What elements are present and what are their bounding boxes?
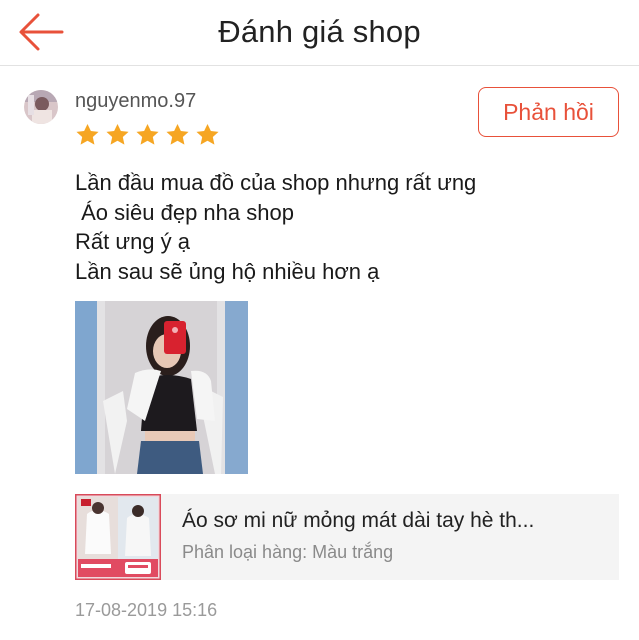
reviewer-username[interactable]: nguyenmo.97 — [75, 90, 196, 113]
star-icon — [106, 123, 129, 145]
avatar[interactable] — [24, 90, 58, 124]
star-icon — [136, 123, 159, 145]
comment-line: Lần đầu mua đồ của shop nhưng rất ưng — [75, 170, 477, 195]
review-timestamp: 17-08-2019 15:16 — [75, 600, 218, 620]
star-icon — [166, 123, 189, 145]
star-icon — [196, 123, 219, 145]
product-card[interactable]: Áo sơ mi nữ mỏng mát dài tay hè th... Ph… — [75, 494, 619, 580]
product-thumbnail — [75, 494, 161, 580]
comment-line: Lần sau sẽ ủng hộ nhiều hơn ạ — [75, 258, 380, 284]
comment-line: Áo siêu đẹp nha shop — [75, 199, 294, 225]
comment-line: Rất ưng ý ạ — [75, 229, 191, 254]
star-icon — [76, 123, 99, 145]
reply-button[interactable]: Phản hồi — [478, 87, 619, 137]
review-comment: Lần đầu mua đồ của shop nhưng rất ưng Áo… — [75, 168, 476, 286]
review-card: nguyenmo.97 Phản hồi Lần đầu mua đồ của … — [0, 67, 639, 640]
product-name: Áo sơ mi nữ mỏng mát dài tay hè th... — [182, 509, 535, 532]
star-rating — [74, 122, 221, 148]
product-variant: Phân loại hàng: Màu trắng — [182, 542, 394, 562]
review-photo[interactable] — [75, 301, 248, 474]
page-title: Đánh giá shop — [218, 14, 421, 49]
app-header: Đánh giá shop — [0, 0, 639, 66]
